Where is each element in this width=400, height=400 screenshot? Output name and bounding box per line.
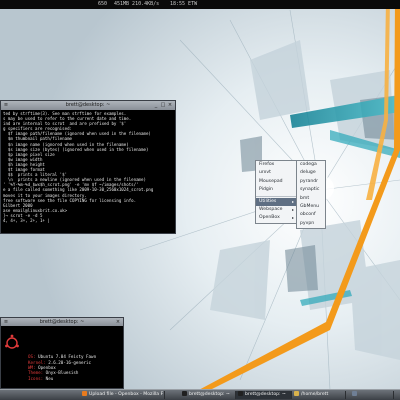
status-clock: 18:55 ETW	[170, 1, 198, 7]
status-value-1: 650	[98, 1, 108, 7]
submenu-item-bmt[interactable]: bmt	[297, 195, 325, 203]
terminal-window[interactable]: ≡ brett@desktop: ~ _ □ × ted by strftime…	[0, 100, 176, 234]
menu-item-openbox[interactable]: OpenBox ▸	[256, 214, 296, 222]
sysinfo-value: Neu	[45, 375, 54, 381]
terminal-output[interactable]: ted by strftime(3). See man strftime for…	[1, 110, 175, 224]
terminal-titlebar[interactable]: ≡ brett@desktop: ~ _ □ ×	[1, 101, 175, 110]
submenu-item-pyrandr[interactable]: pyrandr	[297, 178, 325, 186]
status-network: 451MB 210.4KB/s	[114, 1, 160, 7]
terminal-line: e a file called something like 2009-10-3…	[3, 187, 154, 193]
submenu-item-synaptic[interactable]: synaptic	[297, 186, 325, 194]
submenu-item-pyvpn[interactable]: pyvpn	[297, 220, 325, 228]
task-terminal-1[interactable]: brett@desktop: ~	[180, 391, 236, 399]
sysinfo-value: Onyx-Bluesish	[45, 370, 79, 376]
status-bar: 650 451MB 210.4KB/s 18:55 ETW	[0, 0, 400, 9]
submenu-arrow-icon: ▸	[291, 198, 294, 204]
sysinfo-output: OS: Ubuntu 7.04 Feisty Fawn Kernel: 2.6.2…	[1, 326, 123, 394]
minimize-icon[interactable]: _	[153, 102, 159, 108]
sysinfo-value: Ubuntu 7.04 Feisty Fawn	[38, 354, 97, 360]
sysinfo-value: 2.6.20-16-generic	[48, 359, 92, 365]
sysinfo-titlebar[interactable]: ≡ brett@desktop: ~ ×	[1, 318, 123, 326]
utilities-submenu[interactable]: codega deluge pyrandr synaptic bmt GbMenu obco…	[296, 160, 326, 230]
root-menu[interactable]: Firefox urxvt Mousepad Pidgin Utilities ▸ Webs…	[255, 160, 297, 224]
task-firefox[interactable]: Upload file - Openbox - Mozilla F	[80, 391, 165, 399]
menu-item-mousepad[interactable]: Mousepad	[256, 178, 296, 186]
sysinfo-key: Icons:	[28, 375, 44, 381]
menu-item-label: Utilities	[259, 198, 277, 204]
menu-item-label: urxvt	[259, 170, 271, 176]
menu-item-utilities[interactable]: Utilities ▸	[256, 197, 296, 206]
folder-icon	[294, 391, 299, 396]
window-icon	[352, 391, 357, 396]
taskbar: Upload file - Openbox - Mozilla F brett@…	[0, 389, 400, 400]
submenu-arrow-icon: ▸	[291, 215, 294, 221]
window-menu-icon[interactable]: ≡	[3, 319, 9, 325]
sysinfo-key: OS:	[28, 354, 36, 360]
sysinfo-key: WM:	[28, 365, 36, 371]
task-terminal-2[interactable]: brett@desktop: ~	[236, 391, 292, 399]
menu-item-label: Mousepad	[259, 178, 283, 184]
sysinfo-key: Kernel:	[28, 359, 46, 365]
terminal-line: $s image size (bytes) (ignored when used…	[3, 146, 149, 152]
submenu-arrow-icon: ▸	[291, 206, 294, 212]
submenu-item-codega[interactable]: codega	[297, 161, 325, 169]
firefox-icon	[82, 391, 87, 396]
terminal-line: 4, 4+, 3+, 2+, 1+ |	[3, 217, 50, 223]
close-icon[interactable]: ×	[167, 102, 173, 108]
sysinfo-key: Theme:	[28, 370, 44, 376]
task-extra[interactable]	[350, 391, 394, 399]
terminal-icon	[238, 391, 243, 396]
close-icon[interactable]: ×	[115, 319, 121, 325]
menu-item-webspace[interactable]: Webspace ▸	[256, 206, 296, 214]
submenu-item-deluge[interactable]: deluge	[297, 169, 325, 177]
task-file-manager[interactable]: /home/brett	[292, 391, 346, 399]
menu-item-label: OpenBox	[259, 215, 280, 221]
menu-separator	[256, 195, 296, 197]
menu-item-pidgin[interactable]: Pidgin	[256, 186, 296, 194]
distro-logo-icon	[5, 334, 19, 349]
sysinfo-title: brett@desktop: ~	[39, 319, 85, 325]
sysinfo-row: Icons: Neu	[28, 376, 120, 381]
window-menu-icon[interactable]: ≡	[3, 102, 9, 108]
submenu-item-obconf[interactable]: obconf	[297, 211, 325, 219]
terminal-icon	[182, 391, 187, 396]
menu-item-label: Pidgin	[259, 187, 273, 193]
maximize-icon[interactable]: □	[160, 102, 166, 108]
menu-item-urxvt[interactable]: urxvt	[256, 169, 296, 177]
terminal-title: brett@desktop: ~	[65, 102, 111, 108]
sysinfo-value: Openbox	[38, 365, 56, 371]
menu-item-label: Webspace	[259, 206, 283, 212]
submenu-item-gbmenu[interactable]: GbMenu	[297, 203, 325, 211]
menu-item-label: Firefox	[259, 162, 275, 167]
sysinfo-terminal[interactable]: ≡ brett@desktop: ~ × OS: Ubuntu 7.04 Fei…	[0, 317, 124, 389]
menu-item-firefox[interactable]: Firefox	[256, 161, 296, 169]
